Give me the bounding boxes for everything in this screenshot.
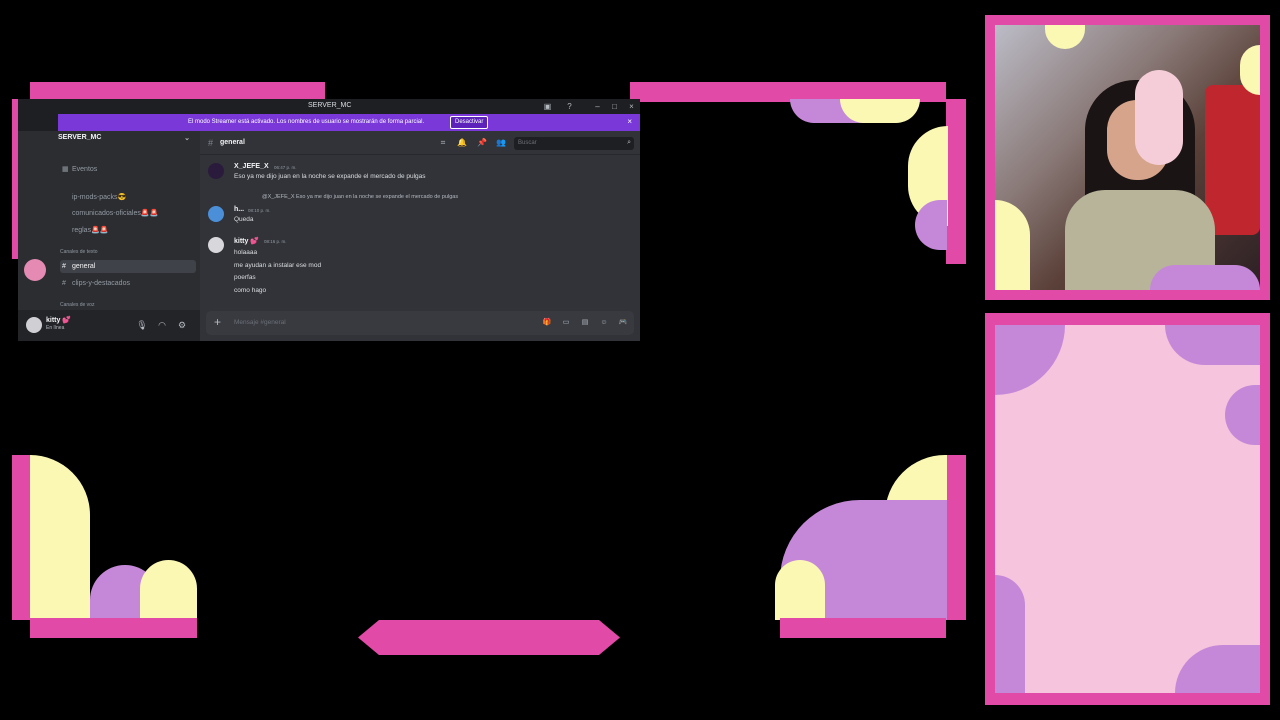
webcam-headset: [1135, 70, 1183, 165]
avatar[interactable]: [208, 163, 224, 179]
channel-reglas[interactable]: reglas🚨🚨: [60, 224, 196, 237]
avatar[interactable]: [208, 237, 224, 253]
message-author[interactable]: X_JEFE_X: [234, 163, 269, 170]
gear-icon[interactable]: ⚙: [176, 319, 188, 331]
microphone-icon[interactable]: 🎙: [136, 319, 148, 331]
calendar-icon: ▦: [62, 166, 69, 173]
overlay-bottom-bar: [358, 620, 620, 655]
user-name: kitty 💕: [46, 317, 72, 324]
overlay-blob: [775, 560, 825, 620]
channel-clips-y-destacados[interactable]: # clips-y-destacados: [60, 277, 196, 290]
server-icon[interactable]: [24, 259, 46, 281]
avatar[interactable]: [208, 206, 224, 222]
sticker-icon[interactable]: ▤: [580, 318, 590, 328]
webcam-chair: [1205, 85, 1260, 235]
overlay-blob: [1165, 325, 1260, 365]
channel-name: general: [220, 139, 245, 146]
message-text: holaaaa: [234, 249, 258, 256]
deactivate-button[interactable]: Desactivar: [450, 116, 489, 129]
threads-icon[interactable]: ⌗: [438, 138, 448, 148]
chevron-down-icon: ⌄: [184, 135, 190, 142]
help-icon[interactable]: ?: [564, 101, 575, 112]
inbox-icon[interactable]: ▣: [542, 101, 553, 112]
overlay-blob: [840, 99, 920, 123]
message-time: 08:16 p. m.: [264, 239, 287, 244]
overlay-frame-right-bar: [946, 99, 966, 264]
message-text: poerfas: [234, 274, 256, 281]
message-text: Queda: [234, 216, 254, 223]
pin-icon[interactable]: 📌: [477, 138, 487, 148]
channel-comunicados-oficiales[interactable]: comunicados-oficiales🚨🚨: [60, 207, 196, 220]
channel-header: # general ⌗ 🔔 📌 👥 Buscar ⌕: [200, 131, 640, 155]
message-composer[interactable]: + Mensaje #general 🎁 ▭ ▤ ☺ 🎮: [206, 311, 634, 335]
message-text: Eso ya me dijo juan en la noche se expan…: [234, 173, 426, 180]
user-status: En línea: [46, 325, 65, 331]
message-text: me ayudan a instalar ese mod: [234, 262, 322, 269]
headphones-icon[interactable]: ◠: [156, 319, 168, 331]
webcam-video: [995, 25, 1260, 290]
server-name: SERVER_MC: [58, 134, 102, 141]
overlay-blob: [1225, 385, 1260, 445]
gift-icon[interactable]: 🎁: [542, 318, 552, 328]
search-input[interactable]: Buscar ⌕: [514, 137, 634, 150]
discord-window: SERVER_MC ▣ ? – □ × El modo Streamer est…: [18, 99, 640, 341]
overlay-frame-left-bar: [12, 455, 32, 620]
overlay-frame-bottom-left: [30, 618, 197, 638]
message-author[interactable]: h...: [234, 206, 244, 213]
overlay-blob: [140, 560, 197, 620]
overlay-blob: [30, 455, 90, 620]
message-time: 06:47 p. m.: [274, 165, 297, 170]
apps-icon[interactable]: 🎮: [618, 318, 628, 328]
avatar[interactable]: [26, 317, 42, 333]
hash-icon: #: [62, 280, 66, 287]
emoji-icon[interactable]: ☺: [599, 318, 609, 328]
hash-icon: #: [62, 263, 66, 270]
message-input[interactable]: Mensaje #general: [234, 319, 286, 326]
category-text-channels[interactable]: Canales de texto: [60, 249, 98, 255]
overlay-frame-bottom-right: [780, 618, 946, 638]
events-item[interactable]: ▦ Eventos: [60, 163, 196, 176]
message-text: como hago: [234, 287, 267, 294]
add-attachment-icon[interactable]: +: [214, 315, 221, 329]
close-icon[interactable]: ×: [627, 117, 632, 126]
title-bar: SERVER_MC ▣ ? – □ ×: [18, 99, 640, 114]
overlay-blob: [1150, 265, 1260, 290]
window-title: SERVER_MC: [308, 102, 352, 109]
overlay-blob: [995, 575, 1025, 693]
overlay-blob: [1175, 645, 1260, 693]
chat-overlay-panel: [995, 325, 1260, 693]
category-voice-channels[interactable]: Canales de voz: [60, 302, 94, 308]
message-time: 08:10 p. m.: [248, 208, 271, 213]
search-icon: ⌕: [627, 139, 631, 146]
chat-area: # general ⌗ 🔔 📌 👥 Buscar ⌕ X_JEFE_X 06:4…: [200, 131, 640, 341]
overlay-blob: [995, 325, 1065, 395]
maximize-button[interactable]: □: [609, 101, 620, 112]
streamer-mode-banner: El modo Streamer está activado. Los nomb…: [58, 114, 640, 131]
message-author[interactable]: kitty 💕: [234, 237, 259, 245]
bell-icon[interactable]: 🔔: [457, 138, 467, 148]
gif-icon[interactable]: ▭: [561, 318, 571, 328]
overlay-frame-right-bar: [946, 455, 966, 620]
server-header[interactable]: SERVER_MC ⌄: [58, 134, 196, 142]
channel-ip-mods-packs[interactable]: ip-mods-packs😎: [60, 191, 196, 204]
banner-message: El modo Streamer está activado. Los nomb…: [188, 119, 425, 125]
user-panel: kitty 💕 En línea 🎙 ◠ ⚙: [18, 310, 200, 341]
channel-general[interactable]: # general: [60, 260, 196, 273]
minimize-button[interactable]: –: [592, 101, 603, 112]
reply-preview[interactable]: @X_JEFE_X Eso ya me dijo juan en la noch…: [262, 194, 458, 200]
hash-icon: #: [208, 138, 214, 148]
close-button[interactable]: ×: [626, 101, 637, 112]
members-icon[interactable]: 👥: [496, 138, 506, 148]
